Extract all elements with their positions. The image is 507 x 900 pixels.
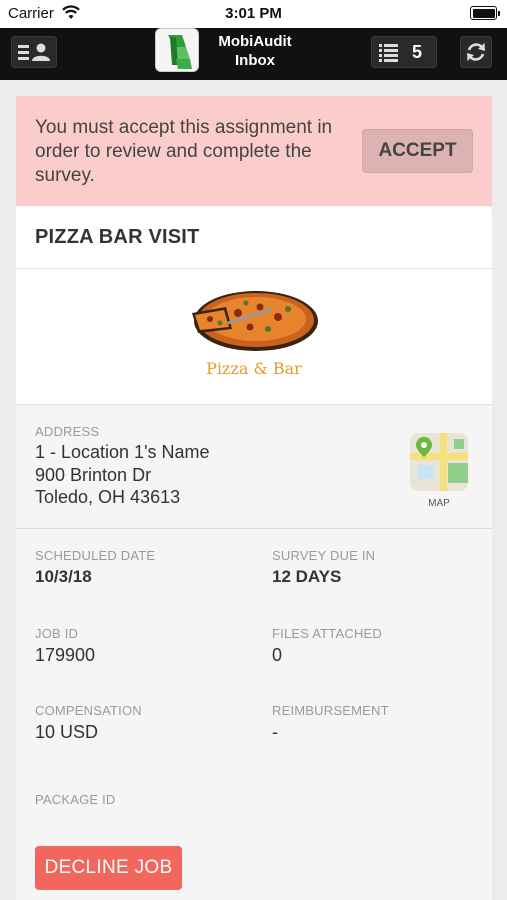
compensation-value: 10 USD [35,722,99,742]
package-id-field: PACKAGE ID [35,792,116,810]
scheduled-date-field: SCHEDULED DATE 10/3/18 [35,548,155,588]
battery-icon [470,6,500,20]
survey-due-field: SURVEY DUE IN 12 DAYS [272,548,375,588]
logo-text: Pizza & Bar [206,359,302,378]
map-icon [410,433,468,491]
address-label: ADDRESS [35,424,100,439]
user-list-icon [18,43,50,61]
nav-title-app: MobiAudit [218,33,292,50]
job-id-value: 179900 [35,645,96,665]
files-attached-label: FILES ATTACHED [272,626,382,641]
decline-job-button[interactable]: DECLINE JOB [35,846,182,890]
survey-due-label: SURVEY DUE IN [272,548,376,563]
job-id-field: JOB ID 179900 [35,626,95,666]
scheduled-date-value: 10/3/18 [35,567,92,586]
clock: 3:01 PM [225,5,282,22]
job-id-label: JOB ID [35,626,79,641]
reimbursement-field: REIMBURSEMENT - [272,703,389,743]
app-logo [155,28,199,72]
job-count: 5 [412,42,423,62]
map-label: MAP [428,498,450,509]
files-attached-field: FILES ATTACHED 0 [272,626,382,666]
refresh-button[interactable] [460,36,492,68]
job-card: You must accept this assignment in order… [16,96,492,900]
accept-message: You must accept this assignment in order… [35,117,333,186]
job-list-button[interactable]: 5 [371,36,437,68]
accept-button[interactable]: ACCEPT [362,129,473,173]
map-button[interactable]: MAP [410,433,468,509]
job-title: PIZZA BAR VISIT [35,226,200,248]
accept-banner: You must accept this assignment in order… [16,96,492,206]
files-attached-value: 0 [272,645,283,665]
address-section: ADDRESS 1 - Location 1's Name 900 Brinto… [16,405,492,529]
refresh-icon [467,43,485,61]
job-title-bar: PIZZA BAR VISIT [16,206,492,269]
pizza-logo-image [192,291,318,351]
compensation-field: COMPENSATION 10 USD [35,703,142,743]
nav-title-section: Inbox [235,52,275,69]
scheduled-date-label: SCHEDULED DATE [35,548,156,563]
address-line-2: 900 Brinton Dr [35,465,152,485]
status-bar: Carrier 3:01 PM [0,0,507,28]
address-line-1: 1 - Location 1's Name [35,442,210,462]
survey-due-value: 12 DAYS [272,567,342,586]
compensation-label: COMPENSATION [35,703,142,718]
nav-title: MobiAudit Inbox [205,32,305,70]
address-line-3: Toledo, OH 43613 [35,487,181,507]
nav-bar: MobiAudit Inbox 5 [0,28,507,80]
list-icon [379,44,398,62]
reimbursement-value: - [272,722,278,742]
reimbursement-label: REIMBURSEMENT [272,703,389,718]
package-id-label: PACKAGE ID [35,792,116,807]
client-logo: Pizza & Bar [16,269,492,405]
user-list-button[interactable] [11,36,57,68]
